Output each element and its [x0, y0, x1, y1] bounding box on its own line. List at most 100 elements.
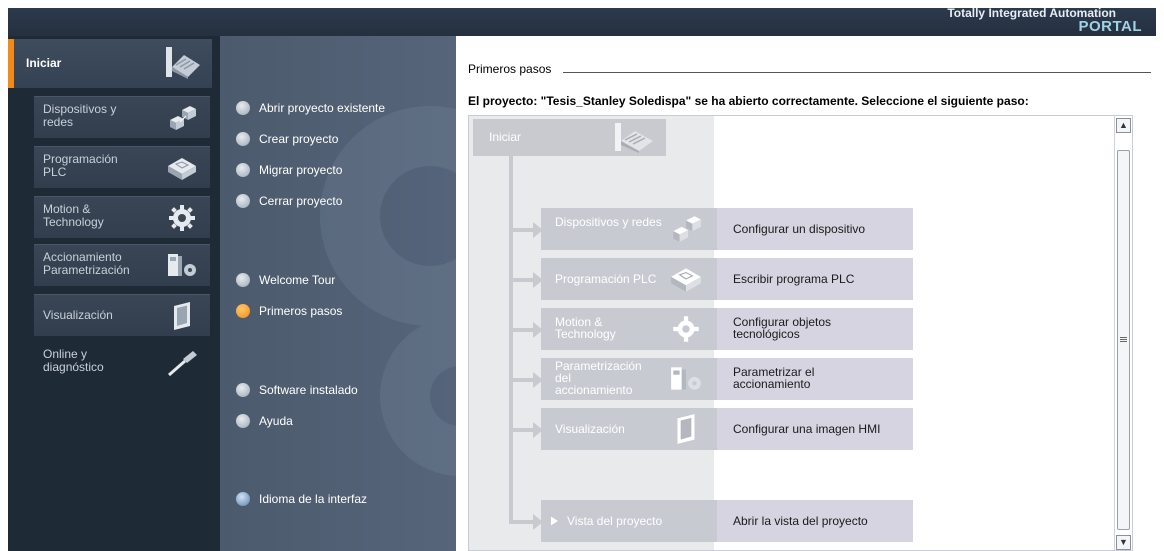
- bullet-icon: [236, 414, 250, 428]
- bullet-icon: [236, 383, 250, 397]
- panel-title: Primeros pasos: [468, 62, 552, 76]
- probe-icon: [168, 351, 197, 377]
- bullet-icon: [236, 194, 250, 208]
- welcome-tour-label: Welcome Tour: [259, 273, 336, 287]
- step-dispositivos-button[interactable]: Dispositivos y redes Configurar un dispo…: [541, 208, 913, 250]
- gear-icon: [169, 205, 195, 231]
- hmi-icon: [174, 302, 190, 330]
- migrar-proyecto-label: Migrar proyecto: [259, 163, 343, 177]
- primeros-pasos-label: Primeros pasos: [259, 304, 343, 318]
- step-action-label: Configurar un dispositivo: [733, 222, 866, 236]
- step-action-label: Configurar una imagen HMI: [733, 422, 881, 436]
- devices-icon: [170, 106, 196, 130]
- header-bar: Totally Integrated Automation PORTAL: [8, 6, 1156, 36]
- bullet-icon: [236, 132, 250, 146]
- vertical-scrollbar[interactable]: ▲ ▼: [1114, 116, 1132, 550]
- globe-icon: [236, 492, 250, 506]
- step-category-label: Programación PLC: [555, 272, 657, 286]
- ayuda-link[interactable]: Ayuda: [236, 414, 293, 428]
- grip-icon: [1120, 337, 1127, 342]
- idioma-label: Idioma de la interfaz: [259, 492, 368, 506]
- bullet-icon: [236, 163, 250, 177]
- step-programacion-button[interactable]: Programación PLC Escribir programa PLC: [541, 258, 913, 300]
- ayuda-label: Ayuda: [259, 414, 293, 428]
- connector: [509, 228, 535, 232]
- plc-icon: [671, 268, 701, 292]
- step-action-label: Abrir la vista del proyecto: [733, 514, 868, 528]
- nav-accionamiento[interactable]: Accionamiento Parametrización: [34, 244, 210, 286]
- step-motion-button[interactable]: Motion & Technology Configurar objetos t…: [541, 308, 913, 350]
- step-accionamiento-button[interactable]: Parametrización del accionamiento Parame…: [541, 358, 913, 400]
- nav-motion-label: Motion & Technology: [43, 202, 104, 229]
- abrir-proyecto-label: Abrir proyecto existente: [259, 101, 386, 115]
- scroll-up-icon[interactable]: ▲: [1116, 118, 1131, 133]
- step-action-label: Configurar objetos tecnológicos: [733, 315, 832, 341]
- step-category-label: Dispositivos y redes: [555, 215, 662, 229]
- gear-icon: [673, 316, 699, 342]
- hmi-icon: [677, 414, 695, 444]
- step-action-label: Parametrizar el accionamiento: [733, 365, 815, 391]
- step-category-label: Parametrización del accionamiento: [555, 359, 642, 397]
- welcome-tour-link[interactable]: Welcome Tour: [236, 273, 335, 287]
- factory-icon: [615, 123, 653, 153]
- primeros-pasos-link[interactable]: Primeros pasos: [236, 304, 342, 318]
- connector: [509, 378, 535, 382]
- connector: [509, 428, 535, 432]
- first-steps-panel: Primeros pasos El proyecto: "Tesis_Stanl…: [456, 36, 1156, 551]
- start-node-label: Iniciar: [489, 130, 522, 144]
- step-vista-proyecto-button[interactable]: Vista del proyecto Abrir la vista del pr…: [541, 500, 913, 542]
- devices-icon: [673, 216, 701, 242]
- connector: [509, 278, 535, 282]
- step-category: Dispositivos y redes: [541, 208, 717, 250]
- nav-online[interactable]: Online y diagnóstico: [34, 342, 210, 384]
- nav-visualizacion[interactable]: Visualización: [34, 294, 210, 336]
- step-category: Programación PLC: [541, 258, 717, 300]
- step-category: Parametrización del accionamiento: [541, 358, 717, 400]
- step-visualizacion-button[interactable]: Visualización Configurar una imagen HMI: [541, 408, 913, 450]
- nav-accionamiento-label: Accionamiento Parametrización: [43, 250, 130, 277]
- connector: [509, 328, 535, 332]
- step-category-label: Visualización: [555, 422, 625, 436]
- title-divider: [563, 72, 1151, 73]
- bullet-icon: [236, 273, 250, 287]
- active-bullet-icon: [236, 304, 250, 318]
- start-node: Iniciar: [473, 119, 666, 156]
- step-category-label: Vista del proyecto: [567, 514, 663, 528]
- brand-portal: PORTAL: [1078, 18, 1142, 35]
- cerrar-proyecto-label: Cerrar proyecto: [259, 194, 343, 208]
- nav-online-label: Online y diagnóstico: [43, 347, 104, 374]
- nav-programacion-label: Programación PLC: [43, 152, 118, 179]
- factory-icon: [166, 47, 200, 79]
- bullet-icon: [236, 101, 250, 115]
- connector: [509, 520, 535, 524]
- nav-dispositivos-label: Dispositivos y redes: [43, 102, 117, 129]
- scroll-thumb[interactable]: [1117, 150, 1130, 530]
- cerrar-proyecto-link[interactable]: Cerrar proyecto: [236, 194, 342, 208]
- plc-icon: [168, 158, 196, 180]
- crear-proyecto-link[interactable]: Crear proyecto: [236, 132, 338, 146]
- nav-dispositivos[interactable]: Dispositivos y redes: [34, 96, 210, 138]
- step-category: Vista del proyecto: [541, 500, 717, 542]
- nav-iniciar-label: Iniciar: [26, 56, 62, 70]
- step-action-label: Escribir programa PLC: [733, 272, 855, 286]
- nav-visualizacion-label: Visualización: [43, 308, 113, 322]
- step-category: Motion & Technology: [541, 308, 717, 350]
- nav-iniciar[interactable]: Iniciar: [8, 39, 212, 88]
- flow-line: [509, 156, 513, 521]
- drive-icon: [671, 367, 701, 390]
- step-category-label: Motion & Technology: [555, 315, 616, 341]
- drive-icon: [168, 254, 196, 276]
- steps-area: Iniciar Dispositivos y redes Configurar …: [468, 115, 1133, 551]
- nav-programacion[interactable]: Programación PLC: [34, 146, 210, 188]
- idioma-link[interactable]: Idioma de la interfaz: [236, 492, 367, 506]
- software-instalado-label: Software instalado: [259, 383, 358, 397]
- migrar-proyecto-link[interactable]: Migrar proyecto: [236, 163, 342, 177]
- action-panel: Abrir proyecto existente Crear proyecto …: [220, 36, 456, 551]
- step-category: Visualización: [541, 408, 717, 450]
- software-instalado-link[interactable]: Software instalado: [236, 383, 358, 397]
- crear-proyecto-label: Crear proyecto: [259, 132, 339, 146]
- nav-motion[interactable]: Motion & Technology: [34, 196, 210, 238]
- scroll-down-icon[interactable]: ▼: [1116, 535, 1131, 550]
- abrir-proyecto-link[interactable]: Abrir proyecto existente: [236, 101, 385, 115]
- left-nav: Iniciar Dispositivos y redes Programació…: [8, 36, 220, 551]
